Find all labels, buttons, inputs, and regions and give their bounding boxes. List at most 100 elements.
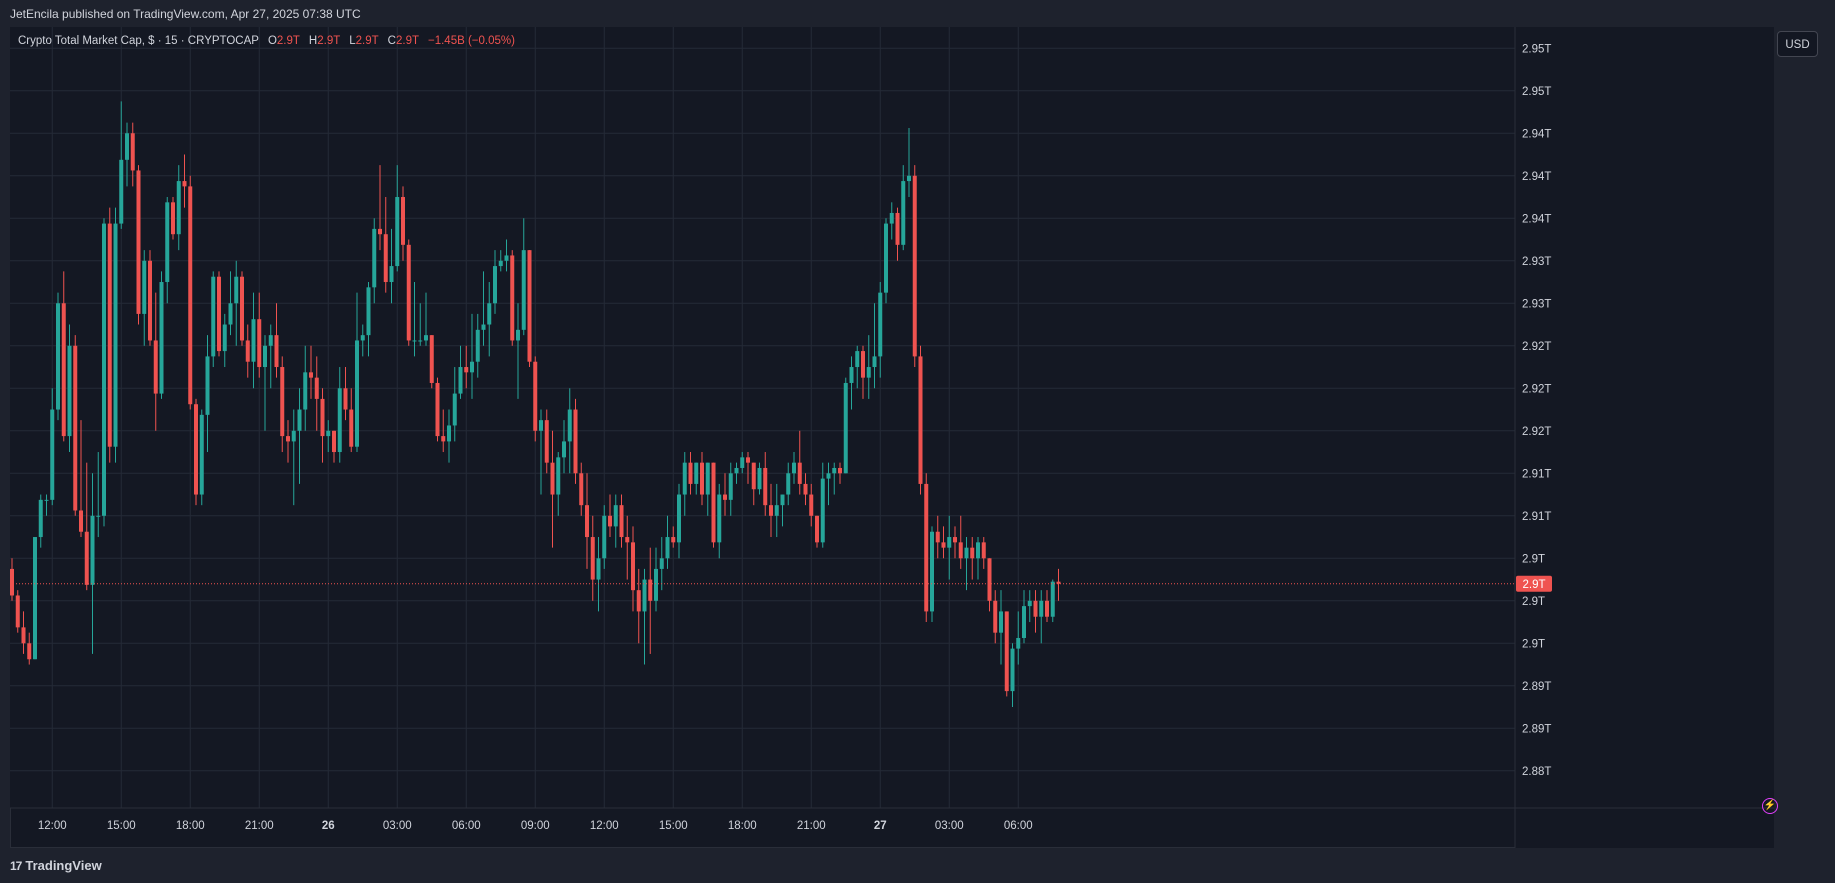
- candle-down: [533, 361, 538, 431]
- candle-down: [194, 404, 198, 495]
- candle-up: [556, 457, 561, 495]
- symbol-title[interactable]: Crypto Total Market Cap, $ · 15 · CRYPTO…: [18, 35, 259, 47]
- candle-down: [550, 462, 555, 495]
- candle-up: [930, 531, 934, 612]
- candle-up: [999, 611, 1003, 633]
- candle-down: [671, 537, 676, 543]
- chart-legend: Crypto Total Market Cap, $ · 15 · CRYPTO…: [18, 35, 515, 47]
- candle-down: [27, 643, 32, 660]
- candle-down: [153, 340, 158, 394]
- candle-up: [326, 430, 331, 437]
- candle-up: [947, 537, 952, 548]
- candle-down: [343, 388, 348, 410]
- candle-down: [383, 234, 388, 283]
- candle-down: [544, 420, 549, 463]
- candle-up: [516, 329, 520, 341]
- price-tick-label: 2.9T: [1522, 596, 1545, 608]
- candle-up: [291, 430, 296, 442]
- candle-up: [596, 558, 601, 580]
- candle-up: [470, 361, 474, 373]
- candle-down: [803, 483, 808, 495]
- candlestick-chart[interactable]: 2.95T 2.95T 2.94T 2.94T 2.94T 2.93T 2.93T 2.92T…: [10, 27, 1774, 848]
- candle-up: [372, 228, 377, 288]
- candle-up: [50, 409, 55, 500]
- candle-down: [625, 537, 630, 543]
- candle-up: [907, 175, 911, 182]
- candle-up: [792, 462, 796, 474]
- candle-down: [257, 319, 262, 368]
- candle-up: [832, 467, 837, 474]
- candle-up: [872, 356, 877, 368]
- candle-up: [1016, 637, 1021, 649]
- tradingview-logo[interactable]: 17 TradingView: [10, 858, 102, 873]
- candle-down: [723, 494, 727, 500]
- candle-down: [981, 542, 986, 559]
- candle-down: [958, 542, 963, 559]
- currency-button[interactable]: USD: [1777, 31, 1818, 57]
- candle-down: [245, 340, 250, 362]
- candle-up: [757, 467, 762, 490]
- candle-up: [849, 367, 854, 383]
- candle-up: [705, 462, 710, 495]
- price-tick-label: 2.95T: [1522, 43, 1551, 55]
- candle-down: [286, 436, 290, 442]
- candle-down: [309, 372, 313, 378]
- candle-up: [176, 181, 181, 235]
- candle-up: [855, 351, 860, 368]
- time-tick-label: 18:00: [176, 820, 205, 832]
- candle-up: [125, 133, 129, 160]
- candle-up: [740, 457, 745, 468]
- candle-down: [21, 627, 26, 644]
- candle-down: [993, 600, 998, 633]
- price-tick-label: 2.9T: [1522, 553, 1545, 565]
- time-tick-label: 09:00: [521, 820, 550, 832]
- candle-up: [303, 372, 308, 410]
- candle-down: [970, 547, 975, 559]
- candle-down: [378, 228, 382, 235]
- candle-up: [1010, 648, 1015, 692]
- price-tick-label: 2.88T: [1522, 766, 1551, 778]
- high-label: H: [308, 35, 318, 47]
- candle-down: [406, 244, 411, 341]
- candle-down: [1033, 600, 1038, 617]
- candle-up: [268, 335, 273, 346]
- candle-up: [539, 420, 543, 431]
- candle-down: [631, 542, 635, 591]
- candle-up: [654, 568, 658, 601]
- time-tick-label: 06:00: [1004, 820, 1033, 832]
- price-tick-label: 2.91T: [1522, 468, 1551, 480]
- candle-down: [924, 483, 929, 612]
- candle-up: [567, 409, 572, 442]
- candle-down: [590, 537, 595, 580]
- candle-down: [573, 409, 578, 474]
- candle-down: [320, 398, 325, 437]
- candle-up: [96, 515, 101, 517]
- candle-up: [602, 515, 607, 559]
- candle-up: [475, 329, 480, 362]
- candle-down: [619, 505, 624, 538]
- close-label: C: [387, 35, 396, 47]
- candle-up: [884, 223, 888, 293]
- lightning-icon[interactable]: ⚡: [1762, 798, 1778, 814]
- candle-down: [510, 255, 515, 341]
- time-tick-label: 06:00: [452, 820, 481, 832]
- candle-up: [677, 494, 681, 543]
- candle-down: [861, 351, 865, 378]
- price-tick-label: 2.91T: [1522, 511, 1551, 523]
- candle-down: [918, 356, 923, 484]
- candle-down: [688, 462, 693, 484]
- candle-down: [188, 186, 193, 405]
- candle-up: [786, 473, 791, 495]
- candle-up: [67, 345, 72, 437]
- candle-up: [360, 335, 365, 341]
- price-tick-label: 2.92T: [1522, 341, 1551, 353]
- candle-down: [608, 515, 612, 527]
- candle-down: [217, 276, 221, 352]
- candle-up: [205, 356, 210, 415]
- candle-up: [452, 393, 457, 426]
- time-tick-label: 15:00: [659, 820, 688, 832]
- candle-up: [820, 478, 825, 543]
- candle-down: [1004, 611, 1009, 692]
- candle-up: [1050, 581, 1055, 617]
- candle-up: [424, 335, 428, 341]
